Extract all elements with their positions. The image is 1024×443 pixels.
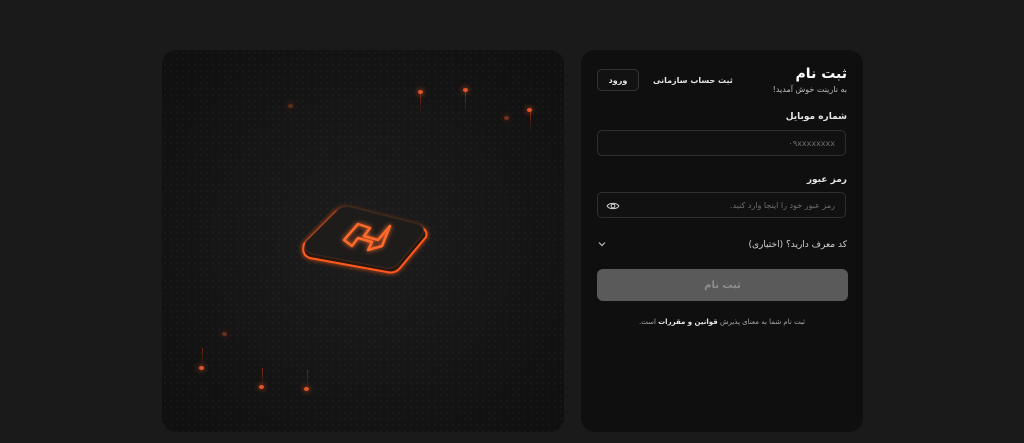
artwork-glow-dot [504,116,509,120]
artwork-glow-dot [222,332,227,336]
artwork-pin [465,92,466,112]
logo-chip-icon [302,205,428,274]
chevron-down-icon[interactable] [597,239,607,249]
eye-icon[interactable] [606,199,620,213]
artwork-pin [307,370,308,388]
artwork-glow-dot [288,104,293,108]
password-field-wrapper [597,192,846,218]
terms-link[interactable]: قوانین و مقررات [658,318,718,326]
terms-prefix: ثبت نام شما به معنای پذیرش [719,318,806,326]
login-button[interactable]: ورود [597,69,639,91]
terms-notice: ثبت نام شما به معنای پذیرش قوانین و مقرر… [581,318,863,326]
hero-artwork [162,50,564,432]
signup-submit-button[interactable]: ثبت نام [597,269,848,301]
artwork-pin [202,348,203,366]
password-label: رمز عبور [806,175,847,185]
artwork-glow-dot [527,108,532,112]
mobile-field-wrapper [597,130,846,156]
artwork-pin [420,94,421,114]
artwork-pin [262,368,263,386]
artwork-glow-dot [259,385,264,389]
referral-toggle[interactable]: کد معرف دارید؟ (اختیاری) [748,240,847,250]
welcome-subtitle: به نارینت خوش آمدید! [772,85,847,94]
artwork-glow-dot [418,90,423,94]
password-input[interactable] [598,193,845,218]
page-title: ثبت نام [795,66,847,82]
org-account-link[interactable]: ثبت حساب سازمانی [653,76,733,85]
terms-suffix: است. [638,318,656,326]
artwork-pin [530,112,531,132]
artwork-glow-dot [463,88,468,92]
artwork-glow-dot [199,366,204,370]
signup-card: ثبت نام به نارینت خوش آمدید! ثبت حساب سا… [581,50,863,432]
artwork-glow-dot [304,387,309,391]
mobile-input[interactable] [598,131,845,156]
mobile-label: شماره موبایل [785,112,847,122]
